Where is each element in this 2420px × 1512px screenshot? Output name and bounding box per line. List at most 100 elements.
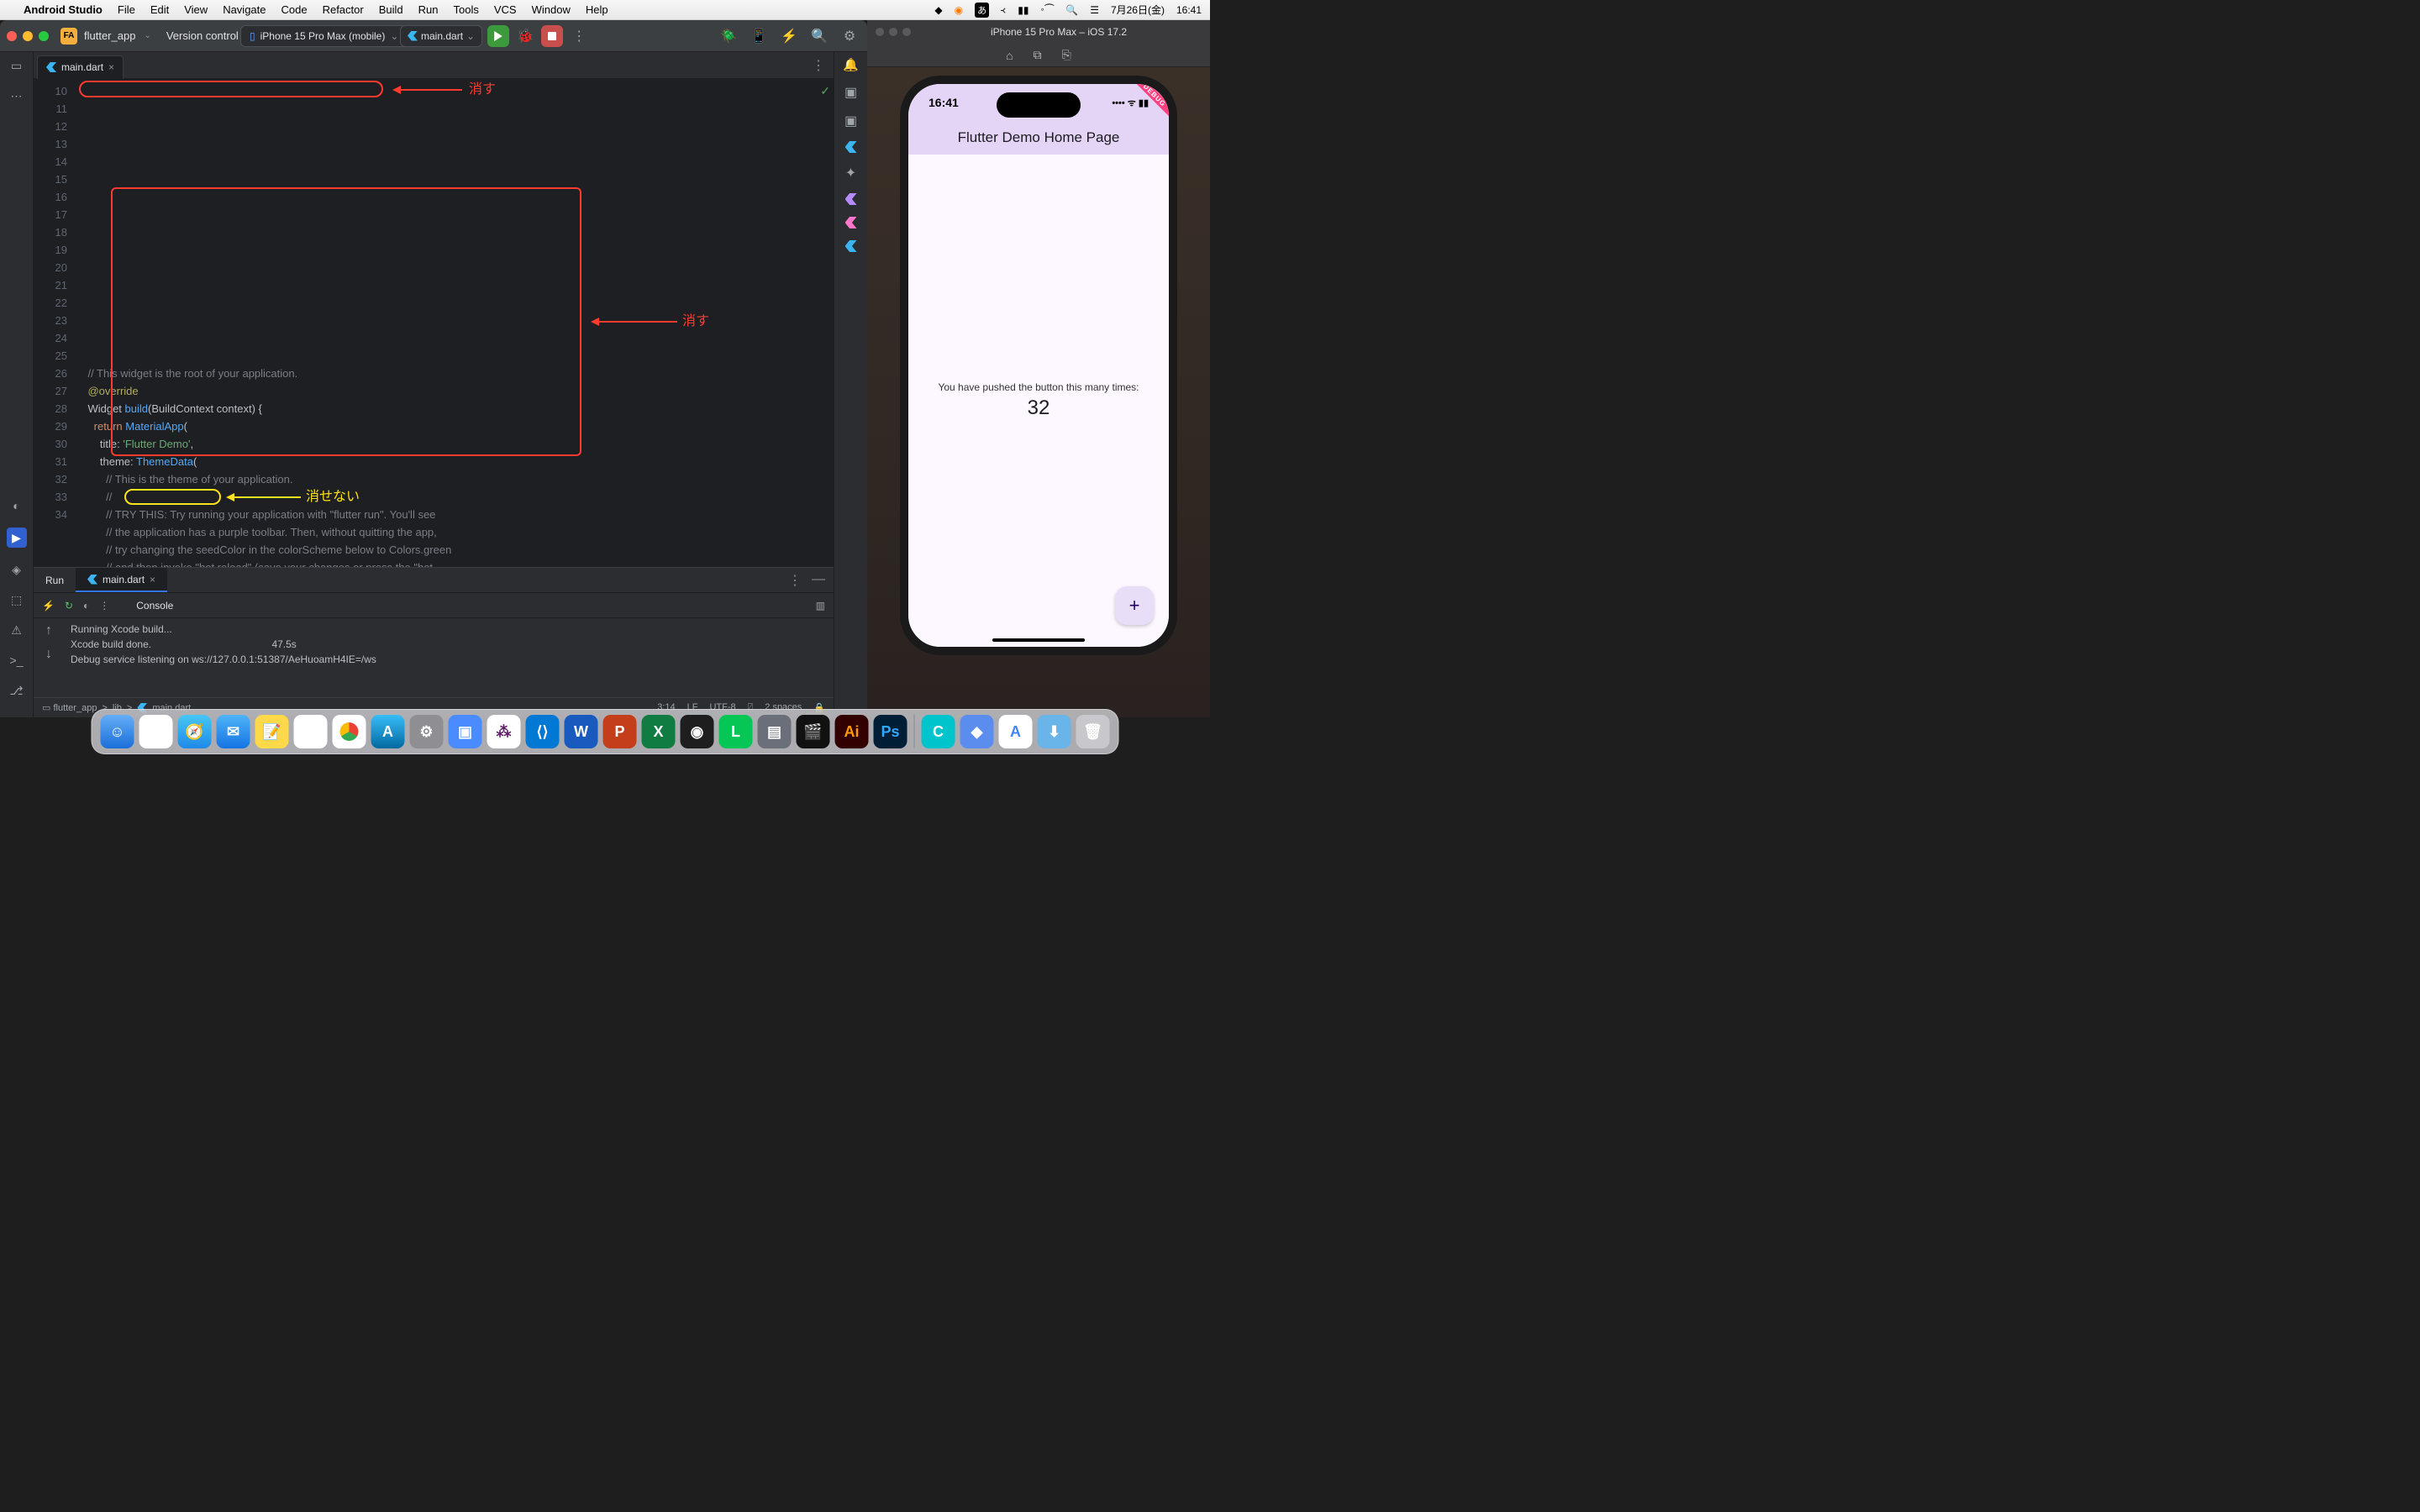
dock-illustrator[interactable]: Ai [835,715,869,748]
menu-refactor[interactable]: Refactor [323,3,364,16]
spotlight-icon[interactable]: 🔍 [1065,4,1078,16]
layout-icon[interactable]: ▥ [816,600,825,612]
flutter-hot-reload-icon[interactable]: ⚡ [778,25,800,47]
menu-vcs[interactable]: VCS [494,3,517,16]
menu-tools[interactable]: Tools [454,3,479,16]
sim-zoom-button[interactable] [902,28,911,36]
flutter-icon[interactable] [845,217,857,228]
sim-minimize-button[interactable] [889,28,897,36]
flutter-icon[interactable] [845,193,857,205]
performance-icon[interactable]: ◐ [8,497,25,514]
record-icon[interactable]: ◉ [955,4,963,16]
dock-notes[interactable]: 📝 [255,715,289,748]
dock-chrome[interactable] [333,715,366,748]
dock-downloads[interactable]: ⬇ [1038,715,1071,748]
device-selector[interactable]: ▯ iPhone 15 Pro Max (mobile) ⌄ [240,25,408,47]
hide-panel-icon[interactable]: — [812,572,825,589]
dock-vscode[interactable]: ⟨⟩ [526,715,560,748]
dock-photoshop[interactable]: Ps [874,715,908,748]
run-panel-tab-run[interactable]: Run [34,568,76,592]
control-center-icon[interactable]: ☰ [1090,4,1099,16]
menu-run[interactable]: Run [418,3,439,16]
project-badge[interactable]: FA [60,28,77,45]
notifications-icon[interactable]: 🔔 [843,57,859,72]
dock-app[interactable]: ▤ [758,715,792,748]
menu-build[interactable]: Build [379,3,403,16]
dock-mail[interactable]: ✉ [217,715,250,748]
project-name[interactable]: flutter_app [84,29,135,42]
project-tool-icon[interactable]: ▭ [8,57,25,74]
git-icon[interactable]: ⎇ [8,682,25,699]
more-run-icon[interactable]: ⋮ [568,25,590,47]
input-source-icon[interactable]: あ [975,3,989,18]
dock-settings[interactable]: ⚙ [410,715,444,748]
iphone-simulator[interactable]: DEBUG 16:41 •••• ᯤ ▮▮ Flutter Demo Home … [900,76,1177,655]
settings-gear-icon[interactable]: ⚙ [839,25,860,47]
menu-help[interactable]: Help [586,3,608,16]
structure-icon[interactable]: ⬚ [8,591,25,608]
menu-file[interactable]: File [118,3,135,16]
sim-copy-icon[interactable]: ⎘ [1062,48,1071,62]
menu-window[interactable]: Window [532,3,571,16]
sim-close-button[interactable] [876,28,884,36]
console-label[interactable]: Console [136,600,173,612]
window-zoom-button[interactable] [39,31,49,41]
more-icon[interactable]: ⋮ [99,600,109,612]
editor-more-icon[interactable]: ⋮ [812,57,834,74]
problems-icon[interactable]: ⚠ [8,622,25,638]
debug-button[interactable]: 🐞 [514,25,536,47]
run-more-icon[interactable]: ⋮ [788,572,802,589]
stop-button[interactable] [541,25,563,47]
sim-screenshot-icon[interactable]: ⧉ [1034,48,1042,62]
scroll-down-icon[interactable]: ↓ [45,647,52,662]
dock-freeform[interactable]: 〰 [294,715,328,748]
window-minimize-button[interactable] [23,31,33,41]
version-control-widget[interactable]: Version control [166,29,239,42]
dock-safari[interactable]: 🧭 [178,715,212,748]
dock-fcp[interactable]: 🎬 [797,715,830,748]
flutter-icon[interactable] [845,240,857,252]
home-indicator[interactable] [992,638,1085,642]
menu-code[interactable]: Code [281,3,308,16]
tool-icon[interactable]: ▣ [844,113,857,129]
inspect-icon[interactable]: ◈ [8,561,25,578]
dock-app[interactable]: A [999,715,1033,748]
menubar-app-name[interactable]: Android Studio [24,3,103,16]
menubar-date[interactable]: 7月26日(金) [1111,3,1165,17]
search-icon[interactable]: 🔍 [808,25,830,47]
sim-home-icon[interactable]: ⌂ [1006,49,1013,62]
close-tab-icon[interactable]: × [108,61,114,73]
menu-navigate[interactable]: Navigate [223,3,266,16]
terminal-icon[interactable]: >_ [8,652,25,669]
menu-edit[interactable]: Edit [150,3,169,16]
debug-icon[interactable]: 🪲 [718,25,739,47]
menu-view[interactable]: View [184,3,208,16]
devtools-icon[interactable]: ◐ [83,600,89,612]
dock-line[interactable]: L [719,715,753,748]
run-button[interactable] [487,25,509,47]
flutter-outline-icon[interactable] [845,141,857,153]
toolbox-icon[interactable]: ◆ [934,4,942,16]
run-config-selector[interactable]: main.dart ⌄ [400,25,482,47]
close-icon[interactable]: × [150,574,155,585]
hot-reload-icon[interactable]: ⚡ [42,600,55,612]
menubar-time[interactable]: 16:41 [1176,4,1202,16]
scroll-up-icon[interactable]: ↑ [45,623,52,638]
more-icon[interactable]: ⋯ [8,87,25,104]
dock-excel[interactable]: X [642,715,676,748]
dock-app[interactable]: ◆ [960,715,994,748]
breadcrumb-root[interactable]: ▭ flutter_app [42,702,97,713]
hot-restart-icon[interactable]: ↻ [65,600,73,612]
console-output[interactable]: Running Xcode build... Xcode build done.… [64,618,834,697]
code-lines[interactable]: 消す 消す 消せない ✓ // This widget is the root … [76,79,834,567]
dock-trash[interactable]: 🗑 [1076,715,1110,748]
dock-launchpad[interactable]: ⊞ [139,715,173,748]
dock-slack[interactable]: ⁂ [487,715,521,748]
bluetooth-icon[interactable]: ᚜ [1001,4,1006,16]
wifi-icon[interactable]: ◦⏜ [1040,3,1054,16]
dock-word[interactable]: W [565,715,598,748]
window-close-button[interactable] [7,31,17,41]
dock-figma[interactable]: ◉ [681,715,714,748]
run-panel-tab-file[interactable]: main.dart × [76,568,167,592]
editor-tab-main[interactable]: main.dart × [37,55,124,79]
